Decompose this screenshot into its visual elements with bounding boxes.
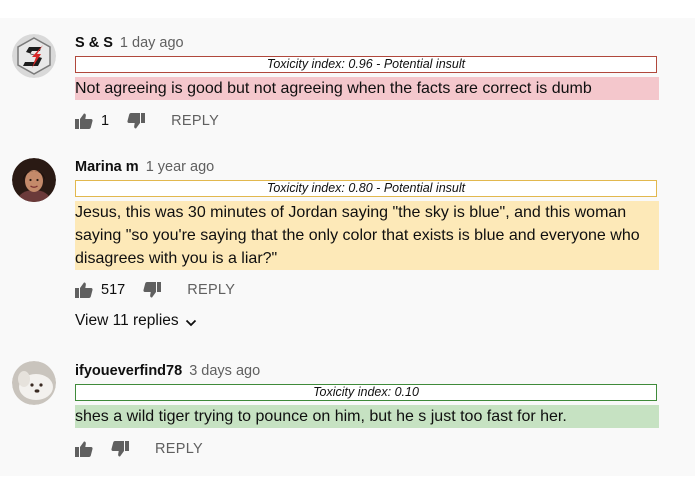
comment-author[interactable]: ifyoueverfind78 — [75, 363, 182, 379]
like-count: 1 — [101, 113, 110, 129]
comment-text: shes a wild tiger trying to pounce on hi… — [75, 405, 659, 428]
comment-timestamp[interactable]: 1 year ago — [146, 159, 215, 175]
like-count: 517 — [101, 282, 126, 298]
comment-timestamp[interactable]: 3 days ago — [189, 363, 260, 379]
comment-author[interactable]: Marina m — [75, 159, 139, 175]
thumbs-down-icon[interactable] — [111, 441, 129, 457]
toxicity-badge: Toxicity index: 0.96 - Potential insult — [75, 56, 657, 73]
reply-button[interactable]: REPLY — [171, 113, 219, 129]
thumbs-up-icon[interactable] — [75, 441, 93, 457]
dog-photo-icon — [12, 361, 56, 405]
profile-photo-icon — [12, 158, 56, 202]
toxicity-badge: Toxicity index: 0.10 — [75, 384, 657, 401]
avatar[interactable] — [12, 361, 56, 405]
view-replies-button[interactable]: View 11 replies — [75, 311, 197, 331]
thumbs-down-icon[interactable] — [127, 113, 146, 129]
thumbs-down-icon[interactable] — [143, 282, 162, 298]
toxicity-badge: Toxicity index: 0.80 - Potential insult — [75, 180, 657, 197]
comment-text: Not agreeing is good but not agreeing wh… — [75, 77, 659, 100]
thumbs-up-icon[interactable] — [75, 282, 93, 298]
thumbs-up-icon[interactable] — [75, 113, 93, 129]
comment-timestamp[interactable]: 1 day ago — [120, 35, 184, 51]
chevron-down-icon — [185, 315, 197, 327]
reply-button[interactable]: REPLY — [155, 441, 203, 457]
s-and-s-logo-icon — [12, 34, 56, 78]
comment-author[interactable]: S & S — [75, 35, 113, 51]
view-replies-label: View 11 replies — [75, 312, 179, 329]
avatar[interactable] — [12, 34, 56, 78]
comment-text: Jesus, this was 30 minutes of Jordan say… — [75, 201, 659, 270]
avatar[interactable] — [12, 158, 56, 202]
reply-button[interactable]: REPLY — [187, 282, 235, 298]
